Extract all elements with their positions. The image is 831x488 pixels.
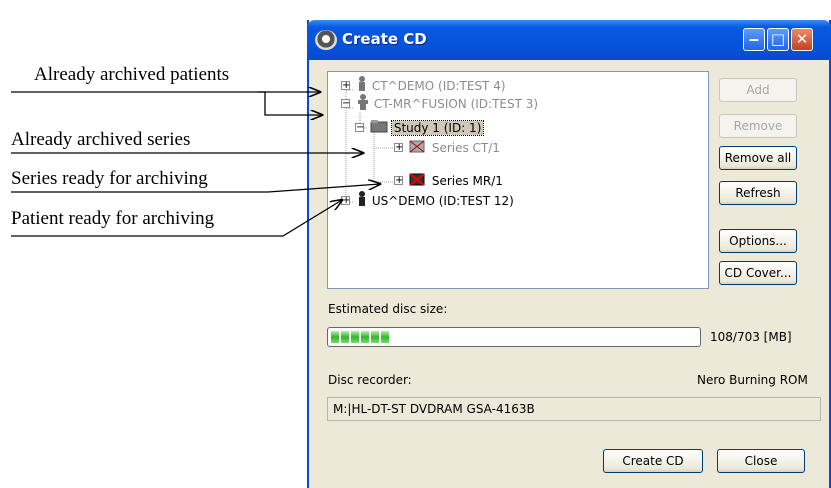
series-icon bbox=[408, 171, 428, 192]
callout-archived-patients: Already archived patients bbox=[34, 64, 230, 85]
options-button[interactable]: Options... bbox=[719, 229, 797, 253]
tree-node-series[interactable]: Series CT/1 bbox=[408, 138, 500, 156]
series-icon bbox=[408, 138, 428, 159]
callout-series-ready: Series ready for archiving bbox=[11, 168, 208, 189]
window-title: Create CD bbox=[342, 30, 427, 48]
tree-node-patient[interactable]: US^DEMO (ID:TEST 12) bbox=[356, 191, 514, 209]
refresh-button[interactable]: Refresh bbox=[719, 181, 797, 205]
remove-all-button[interactable]: Remove all bbox=[719, 146, 797, 170]
recorder-software: Nero Burning ROM bbox=[697, 373, 808, 387]
minimize-icon[interactable]: ‒ bbox=[743, 28, 765, 51]
expand-icon[interactable]: + bbox=[341, 81, 350, 91]
expand-icon[interactable]: + bbox=[394, 143, 403, 153]
expand-icon[interactable]: + bbox=[394, 176, 403, 186]
tree-node-series[interactable]: Series MR/1 bbox=[408, 171, 503, 189]
tree-node-patient[interactable]: CT-MR^FUSION (ID:TEST 3) bbox=[356, 94, 538, 112]
callout-patient-ready: Patient ready for archiving bbox=[11, 208, 215, 229]
expand-icon[interactable]: + bbox=[341, 196, 350, 206]
progress-fill bbox=[331, 331, 389, 343]
tree-node-label: US^DEMO (ID:TEST 12) bbox=[371, 194, 514, 208]
progress-segment bbox=[351, 331, 359, 343]
progress-segment bbox=[331, 331, 339, 343]
patient-icon bbox=[356, 94, 370, 115]
tree-node-label: CT-MR^FUSION (ID:TEST 3) bbox=[373, 97, 539, 111]
title-bar[interactable]: Create CD ‒ □ ✕ bbox=[307, 20, 831, 60]
tree-node-label: Study 1 (ID: 1) bbox=[390, 120, 485, 136]
close-button[interactable]: Close bbox=[717, 449, 805, 473]
patient-icon bbox=[356, 191, 368, 212]
disc-size-label: Estimated disc size: bbox=[328, 302, 448, 316]
recorder-device-field[interactable]: M:|HL-DT-ST DVDRAM GSA-4163B bbox=[327, 397, 821, 421]
create-cd-button[interactable]: Create CD bbox=[603, 449, 703, 473]
collapse-icon[interactable]: − bbox=[341, 99, 350, 109]
tree-node-label: Series MR/1 bbox=[431, 174, 503, 188]
callout-archived-series: Already archived series bbox=[11, 129, 191, 150]
close-icon[interactable]: ✕ bbox=[791, 28, 813, 51]
archive-tree[interactable]: + CT^DEMO (ID:TEST 4) − CT-MR^FUSION (ID… bbox=[327, 71, 709, 289]
progress-segment bbox=[381, 331, 389, 343]
study-icon bbox=[370, 119, 388, 138]
tree-node-label: Series CT/1 bbox=[431, 141, 500, 155]
disc-size-progress bbox=[327, 327, 701, 347]
tree-node-label: CT^DEMO (ID:TEST 4) bbox=[371, 79, 506, 93]
collapse-icon[interactable]: − bbox=[355, 123, 364, 133]
add-button[interactable]: Add bbox=[719, 78, 797, 102]
maximize-icon[interactable]: □ bbox=[767, 28, 789, 51]
tree-node-study[interactable]: Study 1 (ID: 1) bbox=[370, 119, 485, 138]
tree-node-patient[interactable]: CT^DEMO (ID:TEST 4) bbox=[356, 76, 506, 94]
progress-segment bbox=[341, 331, 349, 343]
cd-cover-button[interactable]: CD Cover... bbox=[719, 261, 797, 285]
disc-recorder-label: Disc recorder: bbox=[328, 373, 412, 387]
progress-segment bbox=[371, 331, 379, 343]
progress-segment bbox=[361, 331, 369, 343]
app-icon bbox=[315, 30, 337, 50]
disc-size-value: 108/703 [MB] bbox=[710, 330, 792, 344]
remove-button[interactable]: Remove bbox=[719, 114, 797, 138]
